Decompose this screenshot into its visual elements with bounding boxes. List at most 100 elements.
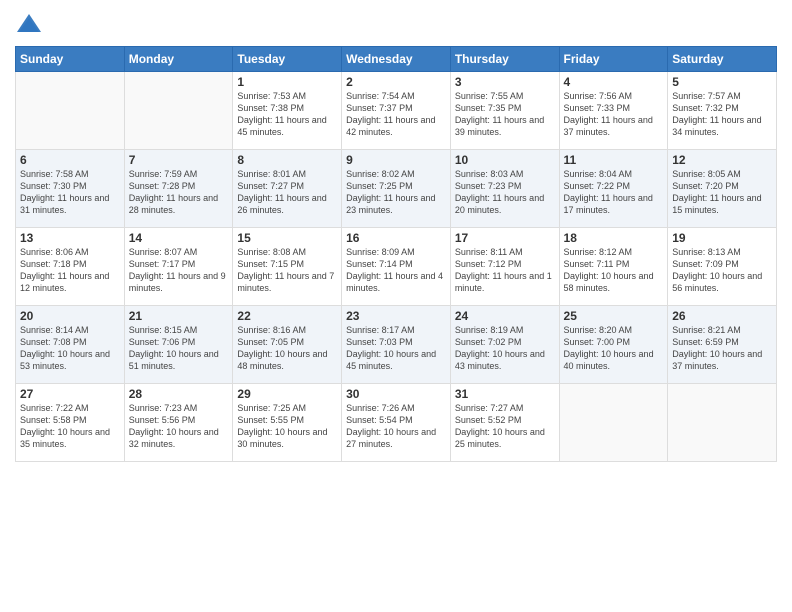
week-row-2: 6Sunrise: 7:58 AM Sunset: 7:30 PM Daylig… <box>16 150 777 228</box>
day-info: Sunrise: 8:21 AM Sunset: 6:59 PM Dayligh… <box>672 324 772 373</box>
day-number: 18 <box>564 231 664 245</box>
day-info: Sunrise: 8:11 AM Sunset: 7:12 PM Dayligh… <box>455 246 555 295</box>
day-number: 26 <box>672 309 772 323</box>
weekday-tuesday: Tuesday <box>233 47 342 72</box>
day-number: 7 <box>129 153 229 167</box>
calendar-cell: 30Sunrise: 7:26 AM Sunset: 5:54 PM Dayli… <box>342 384 451 462</box>
calendar-cell: 9Sunrise: 8:02 AM Sunset: 7:25 PM Daylig… <box>342 150 451 228</box>
day-info: Sunrise: 8:06 AM Sunset: 7:18 PM Dayligh… <box>20 246 120 295</box>
calendar-cell: 28Sunrise: 7:23 AM Sunset: 5:56 PM Dayli… <box>124 384 233 462</box>
day-info: Sunrise: 8:09 AM Sunset: 7:14 PM Dayligh… <box>346 246 446 295</box>
calendar-cell: 29Sunrise: 7:25 AM Sunset: 5:55 PM Dayli… <box>233 384 342 462</box>
day-number: 5 <box>672 75 772 89</box>
calendar-cell <box>16 72 125 150</box>
calendar-cell: 24Sunrise: 8:19 AM Sunset: 7:02 PM Dayli… <box>450 306 559 384</box>
calendar-cell: 20Sunrise: 8:14 AM Sunset: 7:08 PM Dayli… <box>16 306 125 384</box>
week-row-5: 27Sunrise: 7:22 AM Sunset: 5:58 PM Dayli… <box>16 384 777 462</box>
calendar-cell: 27Sunrise: 7:22 AM Sunset: 5:58 PM Dayli… <box>16 384 125 462</box>
calendar-cell: 5Sunrise: 7:57 AM Sunset: 7:32 PM Daylig… <box>668 72 777 150</box>
day-number: 2 <box>346 75 446 89</box>
calendar-cell: 12Sunrise: 8:05 AM Sunset: 7:20 PM Dayli… <box>668 150 777 228</box>
day-info: Sunrise: 7:57 AM Sunset: 7:32 PM Dayligh… <box>672 90 772 139</box>
day-info: Sunrise: 8:04 AM Sunset: 7:22 PM Dayligh… <box>564 168 664 217</box>
calendar-cell: 22Sunrise: 8:16 AM Sunset: 7:05 PM Dayli… <box>233 306 342 384</box>
page: SundayMondayTuesdayWednesdayThursdayFrid… <box>0 0 792 612</box>
calendar-cell: 10Sunrise: 8:03 AM Sunset: 7:23 PM Dayli… <box>450 150 559 228</box>
day-info: Sunrise: 8:07 AM Sunset: 7:17 PM Dayligh… <box>129 246 229 295</box>
calendar-cell: 18Sunrise: 8:12 AM Sunset: 7:11 PM Dayli… <box>559 228 668 306</box>
day-number: 9 <box>346 153 446 167</box>
day-info: Sunrise: 7:58 AM Sunset: 7:30 PM Dayligh… <box>20 168 120 217</box>
day-info: Sunrise: 8:05 AM Sunset: 7:20 PM Dayligh… <box>672 168 772 217</box>
calendar-cell <box>668 384 777 462</box>
calendar-cell: 14Sunrise: 8:07 AM Sunset: 7:17 PM Dayli… <box>124 228 233 306</box>
weekday-header-row: SundayMondayTuesdayWednesdayThursdayFrid… <box>16 47 777 72</box>
calendar-cell: 26Sunrise: 8:21 AM Sunset: 6:59 PM Dayli… <box>668 306 777 384</box>
day-info: Sunrise: 7:56 AM Sunset: 7:33 PM Dayligh… <box>564 90 664 139</box>
calendar-cell: 19Sunrise: 8:13 AM Sunset: 7:09 PM Dayli… <box>668 228 777 306</box>
day-info: Sunrise: 8:17 AM Sunset: 7:03 PM Dayligh… <box>346 324 446 373</box>
day-number: 1 <box>237 75 337 89</box>
day-number: 10 <box>455 153 555 167</box>
calendar-cell: 2Sunrise: 7:54 AM Sunset: 7:37 PM Daylig… <box>342 72 451 150</box>
day-number: 15 <box>237 231 337 245</box>
day-info: Sunrise: 7:59 AM Sunset: 7:28 PM Dayligh… <box>129 168 229 217</box>
calendar-cell <box>559 384 668 462</box>
day-info: Sunrise: 7:55 AM Sunset: 7:35 PM Dayligh… <box>455 90 555 139</box>
day-number: 12 <box>672 153 772 167</box>
day-info: Sunrise: 8:15 AM Sunset: 7:06 PM Dayligh… <box>129 324 229 373</box>
day-number: 28 <box>129 387 229 401</box>
weekday-thursday: Thursday <box>450 47 559 72</box>
calendar-cell: 13Sunrise: 8:06 AM Sunset: 7:18 PM Dayli… <box>16 228 125 306</box>
day-info: Sunrise: 8:02 AM Sunset: 7:25 PM Dayligh… <box>346 168 446 217</box>
day-number: 8 <box>237 153 337 167</box>
weekday-monday: Monday <box>124 47 233 72</box>
day-number: 16 <box>346 231 446 245</box>
weekday-wednesday: Wednesday <box>342 47 451 72</box>
day-number: 25 <box>564 309 664 323</box>
day-info: Sunrise: 7:25 AM Sunset: 5:55 PM Dayligh… <box>237 402 337 451</box>
week-row-4: 20Sunrise: 8:14 AM Sunset: 7:08 PM Dayli… <box>16 306 777 384</box>
day-number: 30 <box>346 387 446 401</box>
calendar-cell: 15Sunrise: 8:08 AM Sunset: 7:15 PM Dayli… <box>233 228 342 306</box>
day-info: Sunrise: 8:12 AM Sunset: 7:11 PM Dayligh… <box>564 246 664 295</box>
day-number: 4 <box>564 75 664 89</box>
day-number: 14 <box>129 231 229 245</box>
day-info: Sunrise: 8:13 AM Sunset: 7:09 PM Dayligh… <box>672 246 772 295</box>
day-number: 6 <box>20 153 120 167</box>
day-number: 19 <box>672 231 772 245</box>
calendar-cell: 11Sunrise: 8:04 AM Sunset: 7:22 PM Dayli… <box>559 150 668 228</box>
day-number: 20 <box>20 309 120 323</box>
day-info: Sunrise: 7:26 AM Sunset: 5:54 PM Dayligh… <box>346 402 446 451</box>
calendar-cell: 1Sunrise: 7:53 AM Sunset: 7:38 PM Daylig… <box>233 72 342 150</box>
calendar-cell: 17Sunrise: 8:11 AM Sunset: 7:12 PM Dayli… <box>450 228 559 306</box>
calendar-cell: 3Sunrise: 7:55 AM Sunset: 7:35 PM Daylig… <box>450 72 559 150</box>
day-number: 31 <box>455 387 555 401</box>
calendar-table: SundayMondayTuesdayWednesdayThursdayFrid… <box>15 46 777 462</box>
calendar-cell: 16Sunrise: 8:09 AM Sunset: 7:14 PM Dayli… <box>342 228 451 306</box>
day-info: Sunrise: 8:08 AM Sunset: 7:15 PM Dayligh… <box>237 246 337 295</box>
day-number: 29 <box>237 387 337 401</box>
calendar-cell: 25Sunrise: 8:20 AM Sunset: 7:00 PM Dayli… <box>559 306 668 384</box>
day-number: 11 <box>564 153 664 167</box>
day-number: 22 <box>237 309 337 323</box>
calendar-cell: 31Sunrise: 7:27 AM Sunset: 5:52 PM Dayli… <box>450 384 559 462</box>
day-info: Sunrise: 7:53 AM Sunset: 7:38 PM Dayligh… <box>237 90 337 139</box>
day-info: Sunrise: 7:54 AM Sunset: 7:37 PM Dayligh… <box>346 90 446 139</box>
day-info: Sunrise: 8:14 AM Sunset: 7:08 PM Dayligh… <box>20 324 120 373</box>
day-info: Sunrise: 8:01 AM Sunset: 7:27 PM Dayligh… <box>237 168 337 217</box>
day-info: Sunrise: 7:22 AM Sunset: 5:58 PM Dayligh… <box>20 402 120 451</box>
calendar-cell: 23Sunrise: 8:17 AM Sunset: 7:03 PM Dayli… <box>342 306 451 384</box>
day-number: 27 <box>20 387 120 401</box>
logo <box>15 10 47 38</box>
day-info: Sunrise: 8:19 AM Sunset: 7:02 PM Dayligh… <box>455 324 555 373</box>
day-number: 21 <box>129 309 229 323</box>
header <box>15 10 777 38</box>
weekday-friday: Friday <box>559 47 668 72</box>
calendar-cell: 7Sunrise: 7:59 AM Sunset: 7:28 PM Daylig… <box>124 150 233 228</box>
day-info: Sunrise: 8:16 AM Sunset: 7:05 PM Dayligh… <box>237 324 337 373</box>
day-number: 13 <box>20 231 120 245</box>
weekday-saturday: Saturday <box>668 47 777 72</box>
day-number: 3 <box>455 75 555 89</box>
day-number: 17 <box>455 231 555 245</box>
